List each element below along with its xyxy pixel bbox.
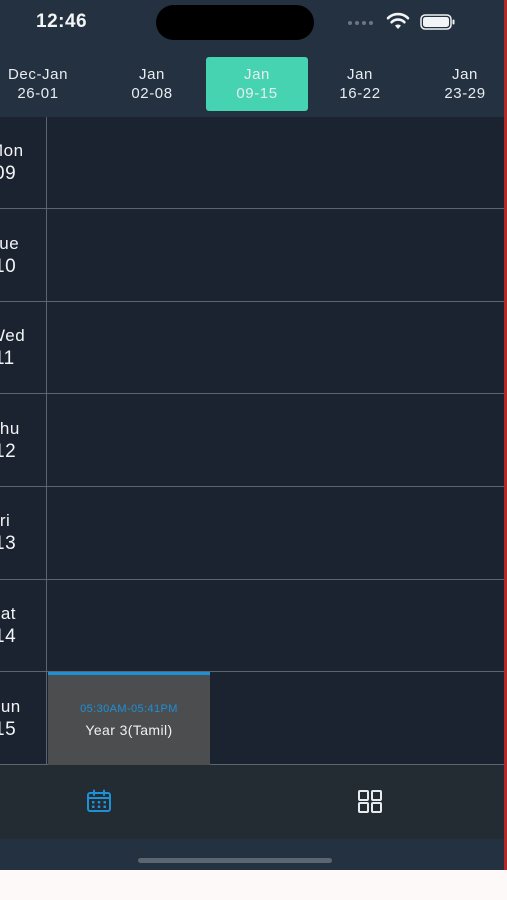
app-screen: 12:46 Dec-Jan 26-01 Jan 02-08 Jan 09-15 [0,0,504,870]
row-divider [0,579,504,580]
day-label-sun: Sun 15 [0,695,46,741]
week-range: 09-15 [236,85,278,102]
day-name: Sat [0,604,17,623]
day-label-mon: Mon 09 [0,139,46,185]
day-label-thu: Thu 12 [0,417,46,463]
cellular-signal-icon [348,21,373,25]
bottom-navigation [0,765,504,839]
week-month: Jan [347,66,373,83]
row-divider [0,486,504,487]
day-number: 09 [0,163,17,184]
day-number: 12 [0,441,17,462]
day-number: 13 [0,533,17,554]
week-tab[interactable]: Jan 16-22 [309,57,411,111]
day-name: Mon [0,141,24,160]
battery-icon [420,14,455,30]
week-range: 02-08 [131,85,173,102]
home-indicator-area [0,839,504,870]
status-time: 12:46 [36,11,88,32]
row-divider [0,393,504,394]
week-month: Dec-Jan [7,66,69,83]
grid-icon[interactable] [357,789,383,813]
status-bar: 12:46 [0,0,504,46]
row-divider [0,208,504,209]
event-title: Year 3(Tamil) [85,722,173,738]
day-label-tue: Tue 10 [0,232,46,278]
home-indicator[interactable] [138,858,332,863]
week-tab-selected[interactable]: Jan 09-15 [206,57,308,111]
day-number: 10 [0,256,17,277]
week-month: Jan [244,66,270,83]
day-label-sat: Sat 14 [0,602,46,648]
week-selector: Dec-Jan 26-01 Jan 02-08 Jan 09-15 Jan 16… [0,46,504,117]
day-name: Sun [0,697,21,716]
day-name: Fri [0,511,11,530]
day-label-fri: Fri 13 [0,509,46,555]
week-month: Jan [452,66,478,83]
week-range: 26-01 [17,85,59,102]
day-number: 14 [0,626,17,647]
week-tab[interactable]: Dec-Jan 26-01 [0,57,89,111]
day-number: 15 [0,719,17,740]
week-range: 23-29 [444,85,486,102]
week-schedule-grid: Mon 09 Tue 10 Wed 11 Thu 12 Fri 13 Sat 1… [0,117,504,765]
dynamic-island [156,5,314,40]
event-card[interactable]: 05:30AM-05:41PM Year 3(Tamil) [48,672,210,765]
week-tab[interactable]: Jan 23-29 [414,57,504,111]
calendar-icon[interactable] [86,789,112,813]
day-label-wed: Wed 11 [0,324,46,370]
wifi-icon [386,12,410,29]
week-tab[interactable]: Jan 02-08 [101,57,203,111]
week-range: 16-22 [339,85,381,102]
day-name: Thu [0,419,20,438]
day-name: Wed [0,326,26,345]
week-month: Jan [139,66,165,83]
row-divider [0,301,504,302]
event-time: 05:30AM-05:41PM [80,703,178,715]
day-number: 11 [0,348,15,369]
day-name: Tue [0,234,20,253]
